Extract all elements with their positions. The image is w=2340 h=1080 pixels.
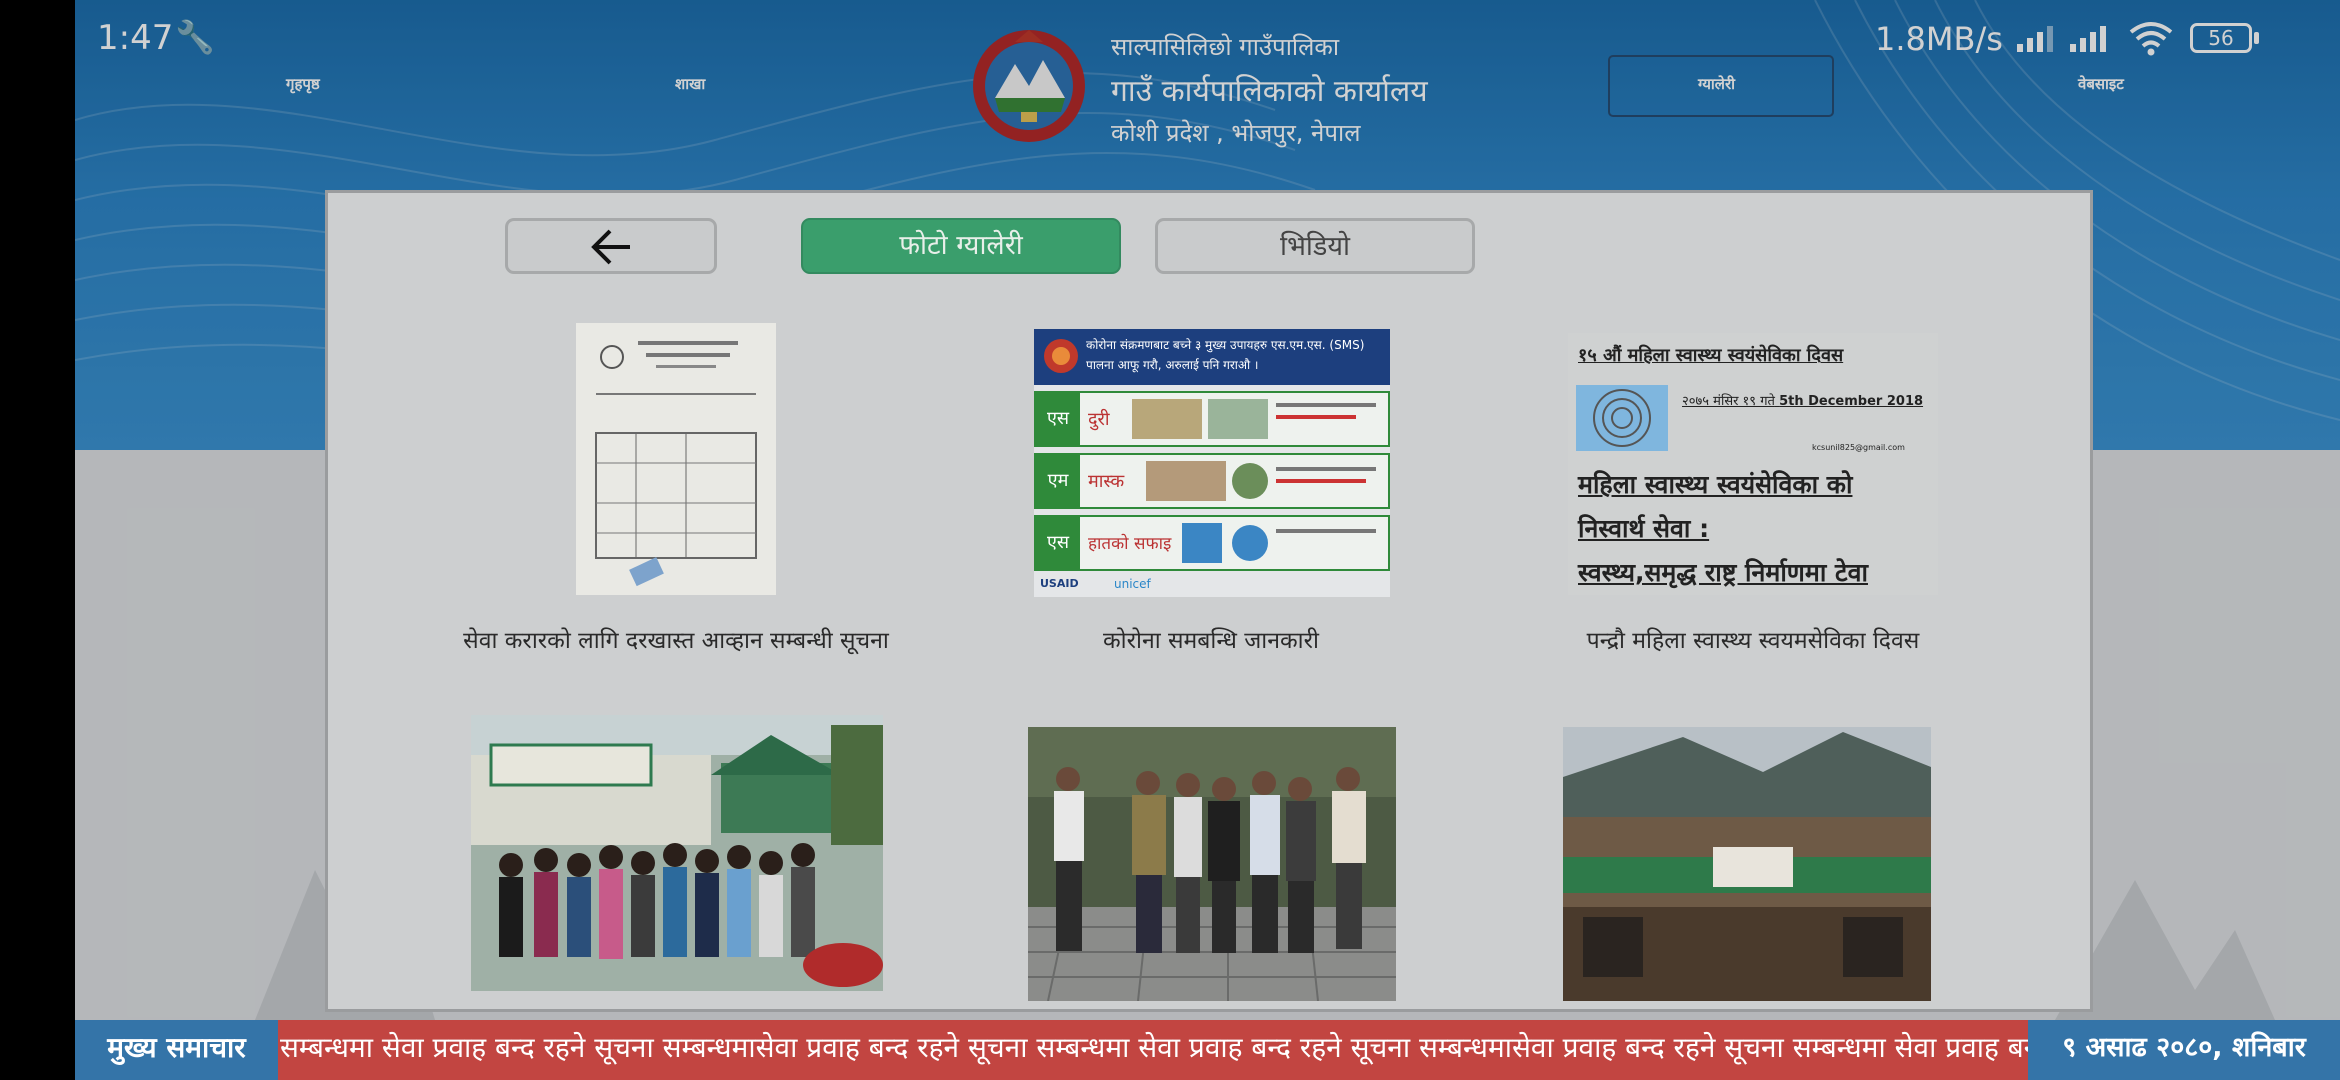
fchv-slogan: महिला स्वास्थ्य स्वयंसेविका को निस्वार्थ… [1578,463,1868,595]
usaid-logo: USAID [1040,577,1079,590]
ticker-text[interactable]: सम्बन्धमा सेवा प्रवाह बन्द रहने सूचना सम… [280,1020,2070,1080]
thumbnail-men-photo[interactable] [1028,727,1396,1001]
covid-row-tag-3: एस [1036,517,1080,569]
tab-photo-gallery[interactable]: फोटो ग्यालेरी [801,218,1121,274]
covid-row-label-1: दुरी [1088,409,1110,430]
thumbnail-building-photo[interactable] [1563,727,1931,1001]
fchv-date-en: 5th December 2018 [1779,394,1924,409]
gallery-panel: फोटो ग्यालेरी भिडियो सेवा करारको लागि दर… [325,190,2093,1012]
fchv-title: १५ औं महिला स्वास्थ्य स्वयंसेविका दिवस [1578,345,1844,366]
thumbnail-group-photo[interactable] [471,715,883,991]
fchv-logo [1576,385,1668,451]
unicef-logo: unicef [1114,577,1151,591]
fchv-line-1: महिला स्वास्थ्य स्वयंसेविका को [1578,470,1853,499]
fchv-line-2: निस्वार्थ सेवा : [1578,514,1710,543]
virus-icon [1044,339,1078,373]
covid-poster-title: कोरोना संक्रमणबाट बच्ने ३ मुख्य उपायहरु … [1086,338,1365,352]
thumbnail-fchv-day[interactable]: १५ औं महिला स्वास्थ्य स्वयंसेविका दिवस २… [1568,333,1938,595]
tab-video[interactable]: भिडियो [1155,218,1475,274]
covid-row-distance: एस दुरी [1034,391,1390,447]
app-screen: 1:47 🔧 1.8MB/s 56 गृहपृष्ठ शाखा ग्यालेरी… [75,0,2340,1080]
covid-row-label-2: मास्क [1088,471,1125,492]
covid-row-handwash: एस हातको सफाइ [1034,515,1390,571]
covid-poster-header: कोरोना संक्रमणबाट बच्ने ३ मुख्य उपायहरु … [1034,329,1390,385]
covid-poster-subtitle: पालना आफू गरौ, अरुलाई पनि गराऔ । [1086,358,1259,372]
fchv-email: kcsunil825@gmail.com [1812,443,1905,452]
covid-row-mask: एम मास्क [1034,453,1390,509]
fchv-date-np: २०७५ मंसिर १९ गते [1682,394,1775,409]
ticker-label: मुख्य समाचार [75,1020,278,1080]
news-ticker: मुख्य समाचार सम्बन्धमा सेवा प्रवाह बन्द … [75,1020,2340,1080]
ticker-date: ९ असाढ २०८०, शनिबार [2028,1020,2340,1080]
item-caption-2: कोरोना समबन्धि जानकारी [1102,628,1319,654]
back-button[interactable] [505,218,717,274]
fchv-line-3: स्वस्थ्य,समृद्ध राष्ट्र निर्माणमा टेवा [1578,558,1868,587]
back-arrow-icon [591,229,630,265]
item-caption-1: सेवा करारको लागि दरखास्त आव्हान सम्बन्धी… [463,628,889,654]
covid-row-label-3: हातको सफाइ [1088,534,1172,554]
covid-row-tag-1: एस [1036,393,1080,445]
thumbnail-document[interactable] [576,323,776,595]
covid-row-tag-2: एम [1036,455,1080,507]
thumbnail-covid-poster[interactable]: कोरोना संक्रमणबाट बच्ने ३ मुख्य उपायहरु … [1034,329,1390,597]
fchv-date: २०७५ मंसिर १९ गते 5th December 2018 [1682,391,1923,409]
item-caption-3: पन्द्रौ महिला स्वास्थ्य स्वयमसेविका दिवस [1586,628,1920,654]
